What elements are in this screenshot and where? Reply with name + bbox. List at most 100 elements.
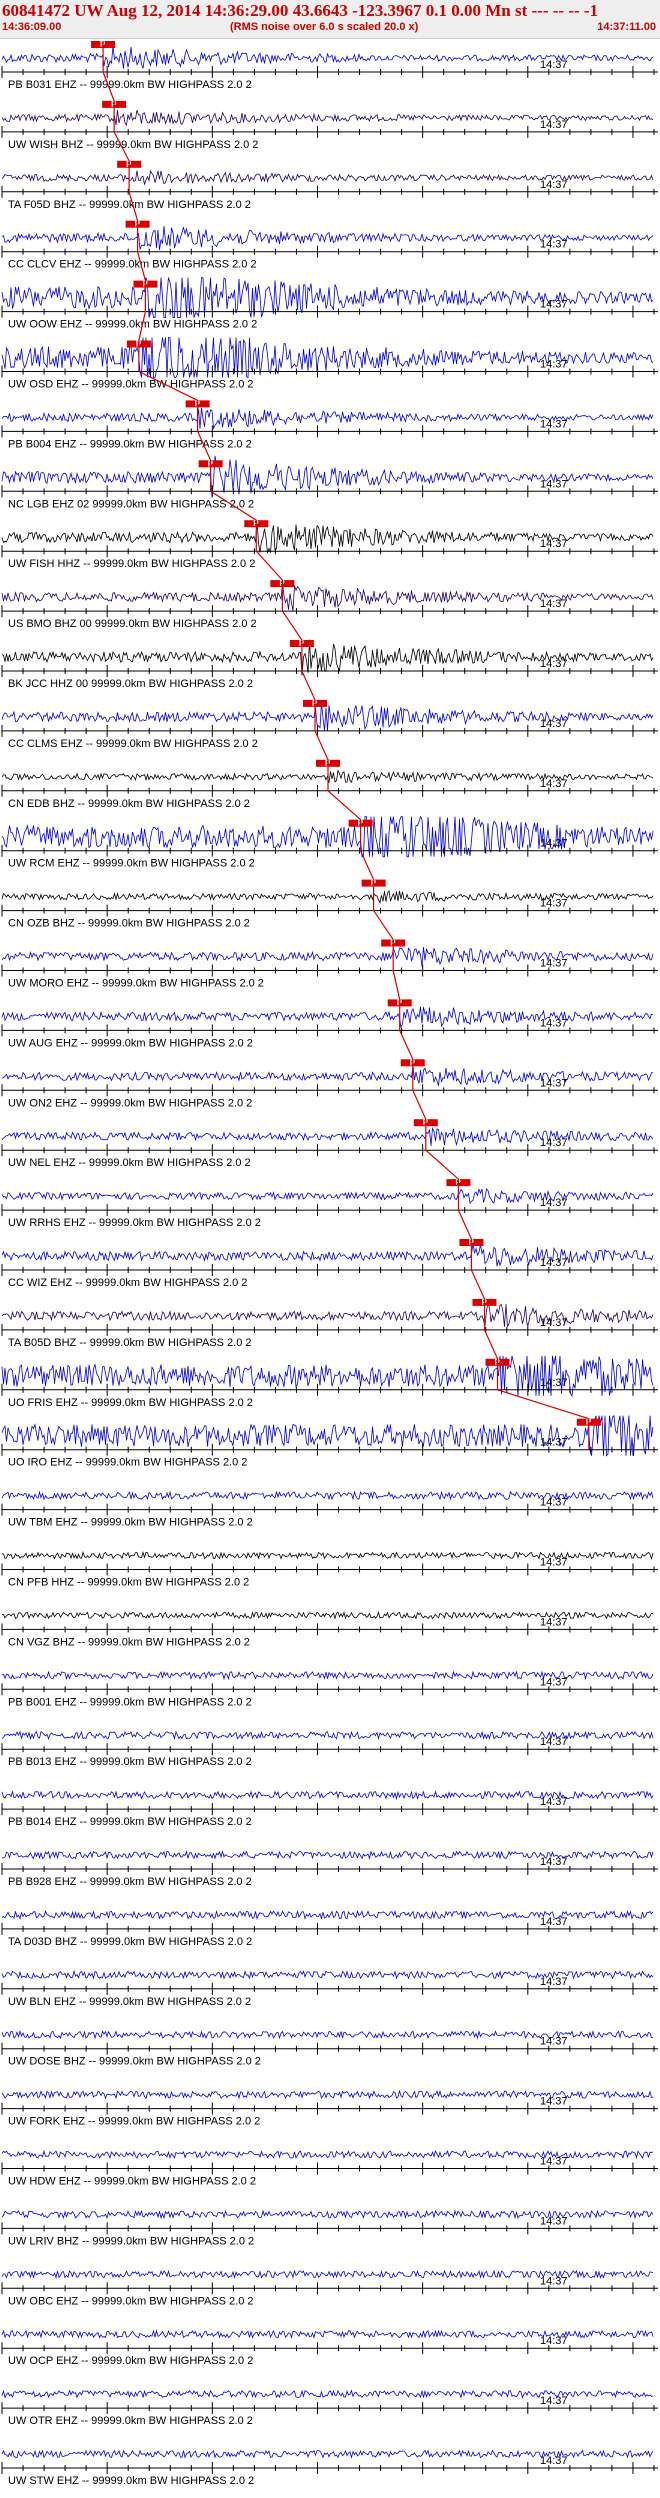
minute-label: 14:37 <box>540 1796 568 1808</box>
channel-label: CC CLMS EHZ -- 99999.0km BW HIGHPASS 2.0… <box>8 738 258 750</box>
minute-label: 14:37 <box>540 359 568 371</box>
channel-label: CN PFB HHZ -- 99999.0km BW HIGHPASS 2.0 … <box>8 1577 249 1589</box>
channel-row: 14:37 UW TBM EHZ -- 99999.0km BW HIGHPASS… <box>1 1490 658 1529</box>
channel-row: 14:37 UW OOW EHZ -- 99999.0km BW HIGHPASS… <box>1 277 658 331</box>
channel-label: PB B001 EHZ -- 99999.0km BW HIGHPASS 2.0… <box>8 1696 252 1708</box>
channel-row: 14:37 UW FORK EHZ -- 99999.0km BW HIGHPAS… <box>1 2089 658 2128</box>
channel-row: 14:37 UW LRIV BHZ -- 99999.0km BW HIGHPAS… <box>1 2209 658 2247</box>
channel-row: 14:37 PB B004 EHZ -- 99999.0km BW HIGHPAS… <box>1 399 658 450</box>
minute-label: 14:37 <box>540 2036 568 2048</box>
channel-label: CC CLCV EHZ -- 99999.0km BW HIGHPASS 2.0… <box>8 259 257 271</box>
channel-label: UW LRIV BHZ -- 99999.0km BW HIGHPASS 2.0… <box>8 2235 254 2247</box>
channel-label: UO IRO EHZ -- 99999.0km BW HIGHPASS 2.0 … <box>8 1457 247 1469</box>
minute-label: 14:37 <box>540 958 568 970</box>
channel-row: 14:37 UW OTR EHZ -- 99999.0km BW HIGHPASS… <box>1 2389 658 2427</box>
channel-label: CN EDB BHZ -- 99999.0km BW HIGHPASS 2.0 … <box>8 798 250 810</box>
channel-row: 14:37 PB B001 EHZ -- 99999.0km BW HIGHPAS… <box>1 1670 658 1708</box>
minute-label: 14:37 <box>540 658 568 670</box>
channel-row: 14:37 NC LGB EHZ 02 99999.0km BW HIGHPASS… <box>1 455 658 510</box>
channel-label: CN OZB BHZ -- 99999.0km BW HIGHPASS 2.0 … <box>8 918 250 930</box>
channel-label: UW OBC EHZ -- 99999.0km BW HIGHPASS 2.0 … <box>8 2295 254 2307</box>
channel-row: 14:37 PB B013 EHZ -- 99999.0km BW HIGHPAS… <box>1 1730 658 1768</box>
channel-row: 14:37 CN EDB BHZ -- 99999.0km BW HIGHPASS… <box>1 759 658 810</box>
channel-row: 14:37 PB B031 EHZ -- 99999.0km BW HIGHPAS… <box>1 40 658 91</box>
minute-label: 14:37 <box>540 1137 568 1149</box>
minute-label: 14:37 <box>540 1736 568 1748</box>
channel-label: UW RRHS EHZ -- 99999.0km BW HIGHPASS 2.0… <box>8 1217 261 1229</box>
channel-label: UO FRIS EHZ -- 99999.0km BW HIGHPASS 2.0… <box>8 1397 253 1409</box>
channel-row: 14:37 UW DOSE BHZ -- 99999.0km BW HIGHPAS… <box>1 2029 658 2068</box>
channel-row: 14:37 PB B928 EHZ -- 99999.0km BW HIGHPAS… <box>1 1850 658 1888</box>
minute-label: 14:37 <box>540 1017 568 1029</box>
channel-row: 14:37 CN VGZ BHZ -- 99999.0km BW HIGHPASS… <box>1 1611 658 1648</box>
channel-label: CN VGZ BHZ -- 99999.0km BW HIGHPASS 2.0 … <box>8 1636 250 1648</box>
channel-label: UW NEL EHZ -- 99999.0km BW HIGHPASS 2.0 … <box>8 1157 251 1169</box>
channel-label: NC LGB EHZ 02 99999.0km BW HIGHPASS 2.0 … <box>8 498 254 510</box>
minute-label: 14:37 <box>540 598 568 610</box>
minute-label: 14:37 <box>540 1317 568 1329</box>
channel-label: UW OCP EHZ -- 99999.0km BW HIGHPASS 2.0 … <box>8 2355 253 2367</box>
minute-label: 14:37 <box>540 1077 568 1089</box>
minute-label: 14:37 <box>540 1437 568 1449</box>
channel-row: 14:37 CN OZB BHZ -- 99999.0km BW HIGHPASS… <box>1 879 658 930</box>
channel-label: PB B928 EHZ -- 99999.0km BW HIGHPASS 2.0… <box>8 1876 252 1888</box>
channel-label: TA B05D BHZ -- 99999.0km BW HIGHPASS 2.0… <box>8 1337 252 1349</box>
channel-row: 14:37 UW OSD EHZ -- 99999.0km BW HIGHPASS… <box>1 337 658 391</box>
channel-label: PB B014 EHZ -- 99999.0km BW HIGHPASS 2.0… <box>8 1816 252 1828</box>
minute-label: 14:37 <box>540 1497 568 1509</box>
channel-label: UW ON2 EHZ -- 99999.0km BW HIGHPASS 2.0 … <box>8 1097 252 1109</box>
channel-label: TA D03D BHZ -- 99999.0km BW HIGHPASS 2.0… <box>8 1936 252 1948</box>
channel-row: 14:37 CC WIZ EHZ -- 99999.0km BW HIGHPASS… <box>1 1238 658 1289</box>
minute-label: 14:37 <box>540 59 568 71</box>
channel-row: 14:37 UW OBC EHZ -- 99999.0km BW HIGHPASS… <box>1 2269 658 2307</box>
channel-label: UW STW EHZ -- 99999.0km BW HIGHPASS 2.0 … <box>8 2475 254 2487</box>
channel-label: UW OOW EHZ -- 99999.0km BW HIGHPASS 2.0 … <box>8 319 257 331</box>
header-bar: 60841472 UW Aug 12, 2014 14:36:29.00 43.… <box>0 0 660 39</box>
channel-row: 14:37 CC CLCV EHZ -- 99999.0km BW HIGHPAS… <box>1 220 658 271</box>
minute-label: 14:37 <box>540 2455 568 2467</box>
seismogram-traces: 14:37 PB B031 EHZ -- 99999.0km BW HIGHPAS… <box>1 40 658 2487</box>
minute-label: 14:37 <box>540 119 568 131</box>
event-title: 60841472 UW Aug 12, 2014 14:36:29.00 43.… <box>2 1 599 20</box>
channel-row: 14:37 TA D03D BHZ -- 99999.0km BW HIGHPAS… <box>1 1909 658 1948</box>
channel-label: UW HDW EHZ -- 99999.0km BW HIGHPASS 2.0 … <box>8 2176 256 2188</box>
minute-label: 14:37 <box>540 2275 568 2287</box>
minute-label: 14:37 <box>540 179 568 191</box>
minute-label: 14:37 <box>540 778 568 790</box>
minute-label: 14:37 <box>540 2215 568 2227</box>
minute-label: 14:37 <box>540 898 568 910</box>
channel-row: 14:37 UW BLN EHZ -- 99999.0km BW HIGHPASS… <box>1 1969 658 2008</box>
minute-label: 14:37 <box>540 538 568 550</box>
channel-row: 14:37 UW WISH BHZ -- 99999.0km BW HIGHPAS… <box>1 100 658 151</box>
channel-label: TA F05D BHZ -- 99999.0km BW HIGHPASS 2.0… <box>8 199 251 211</box>
channel-row: 14:37 UW NEL EHZ -- 99999.0km BW HIGHPASS… <box>1 1118 658 1169</box>
minute-label: 14:37 <box>540 1976 568 1988</box>
minute-label: 14:37 <box>540 2156 568 2168</box>
channel-label: UW FISH HHZ -- 99999.0km BW HIGHPASS 2.0… <box>8 558 255 570</box>
channel-row: 14:37 BK JCC HHZ 00 99999.0km BW HIGHPASS… <box>1 639 658 690</box>
channel-row: 14:37 UO FRIS EHZ -- 99999.0km BW HIGHPAS… <box>1 1355 658 1409</box>
minute-label: 14:37 <box>540 1197 568 1209</box>
rms-note: (RMS noise over 6.0 s scaled 20.0 x) <box>230 21 419 33</box>
minute-label: 14:37 <box>540 1916 568 1928</box>
minute-label: 14:37 <box>540 2096 568 2108</box>
minute-label: 14:37 <box>540 718 568 730</box>
channel-label: UW WISH BHZ -- 99999.0km BW HIGHPASS 2.0… <box>8 139 258 151</box>
minute-label: 14:37 <box>540 838 568 850</box>
minute-label: 14:37 <box>540 299 568 311</box>
channel-label: UW BLN EHZ -- 99999.0km BW HIGHPASS 2.0 … <box>8 1996 251 2008</box>
channel-label: CC WIZ EHZ -- 99999.0km BW HIGHPASS 2.0 … <box>8 1277 247 1289</box>
channel-row: 14:37 UW ON2 EHZ -- 99999.0km BW HIGHPASS… <box>1 1058 658 1109</box>
waveform-trace <box>1 455 654 497</box>
channel-label: UW OTR EHZ -- 99999.0km BW HIGHPASS 2.0 … <box>8 2415 253 2427</box>
minute-label: 14:37 <box>540 1616 568 1628</box>
channel-row: 14:37 UW OCP EHZ -- 99999.0km BW HIGHPASS… <box>1 2329 658 2367</box>
minute-label: 14:37 <box>540 1377 568 1389</box>
channel-label: UW AUG EHZ -- 99999.0km BW HIGHPASS 2.0 … <box>8 1037 253 1049</box>
channel-row: 14:37 US BMO BHZ 00 99999.0km BW HIGHPASS… <box>1 579 658 630</box>
minute-label: 14:37 <box>540 1557 568 1569</box>
channel-row: 14:37 UO IRO EHZ -- 99999.0km BW HIGHPASS… <box>1 1414 658 1469</box>
channel-row: 14:37 UW RCM EHZ -- 99999.0km BW HIGHPASS… <box>1 815 658 870</box>
channel-label: UW RCM EHZ -- 99999.0km BW HIGHPASS 2.0 … <box>8 858 255 870</box>
channel-label: PB B013 EHZ -- 99999.0km BW HIGHPASS 2.0… <box>8 1756 252 1768</box>
